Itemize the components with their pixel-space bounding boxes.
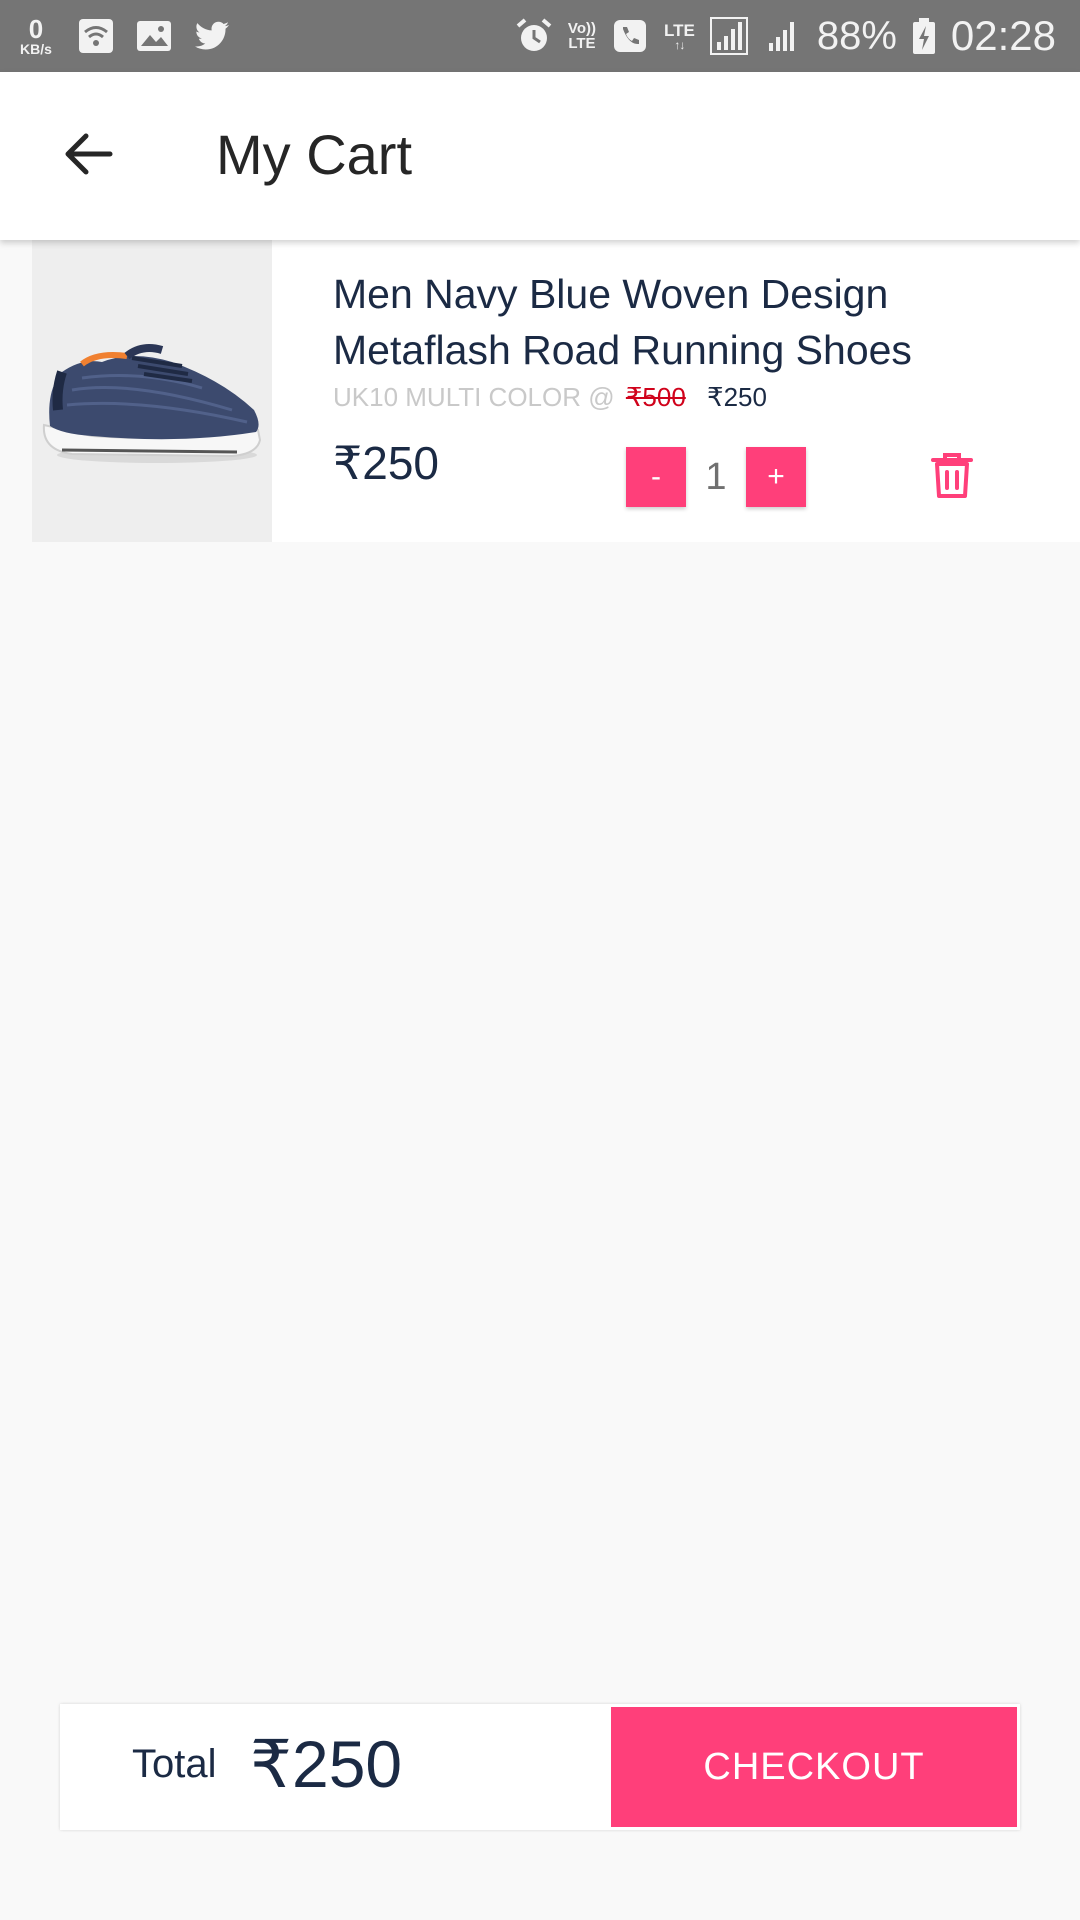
app-bar: My Cart	[0, 72, 1080, 240]
battery-charging-icon	[911, 16, 937, 56]
image-icon	[134, 16, 174, 56]
network-speed: 0 KB/s	[14, 16, 58, 56]
signal-icon	[709, 16, 749, 56]
total-value: ₹250	[250, 1727, 403, 1801]
volte-indicator: Vo)) LTE	[568, 21, 596, 51]
volte-top: Vo))	[567, 20, 596, 37]
clock: 02:28	[950, 12, 1056, 59]
decrease-quantity-button[interactable]: -	[626, 447, 686, 507]
twitter-icon	[192, 16, 232, 56]
sale-price: ₹250	[707, 382, 767, 412]
cart-item[interactable]: Men Navy Blue Woven Design Metaflash Roa…	[32, 240, 1080, 542]
variant-info: UK10 MULTI COLOR @ ₹500 ₹250	[333, 382, 767, 413]
item-price: ₹250	[333, 437, 440, 489]
product-image[interactable]	[32, 240, 272, 542]
status-bar-left: 0 KB/s	[14, 0, 232, 72]
network-speed-value: 0	[28, 14, 44, 44]
total-label: Total	[132, 1742, 217, 1786]
network-speed-unit: KB/s	[20, 41, 52, 57]
back-button[interactable]	[48, 116, 128, 196]
increase-quantity-button[interactable]: +	[746, 447, 806, 507]
lte-arrows: ↑↓	[674, 37, 685, 52]
quantity-value: 1	[705, 455, 727, 498]
lte-indicator: LTE ↑↓	[664, 22, 695, 51]
delete-item-button[interactable]	[924, 450, 980, 506]
product-name[interactable]: Men Navy Blue Woven Design Metaflash Roa…	[333, 266, 993, 378]
phone-icon	[610, 16, 650, 56]
cart-summary-bar: Total ₹250 CHECKOUT	[60, 1704, 1020, 1830]
trash-icon	[930, 452, 974, 505]
battery-percent: 88%	[816, 13, 897, 58]
status-bar-right: Vo)) LTE LTE ↑↓ 88% 02:28	[514, 0, 1056, 72]
page-title: My Cart	[216, 123, 412, 186]
checkout-button[interactable]: CHECKOUT	[611, 1707, 1017, 1827]
alarm-icon	[514, 16, 554, 56]
sneaker-image	[32, 240, 272, 542]
lte-label: LTE	[663, 20, 695, 40]
variant-description: UK10 MULTI COLOR @	[333, 382, 615, 412]
status-bar: 0 KB/s Vo)) LTE LTE ↑↓ 88% 02:28	[0, 0, 1080, 72]
wifi-icon	[76, 16, 116, 56]
arrow-left-icon	[60, 126, 116, 187]
signal-icon-secondary	[763, 16, 803, 56]
volte-bottom: LTE	[568, 35, 596, 52]
original-price: ₹500	[625, 382, 686, 412]
